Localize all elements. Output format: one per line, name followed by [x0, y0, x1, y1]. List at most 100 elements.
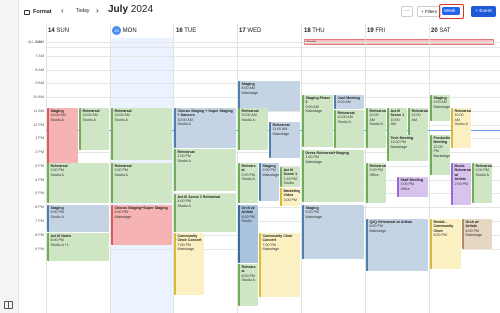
event-wed-staging[interactable]: Staging 8:00 AM Mainstage [238, 81, 300, 111]
event-wed-act3-scene1[interactable]: Act III Scene 1 2:15 PM Studio [280, 167, 300, 187]
event-text: Studio A [177, 158, 191, 163]
view-selector[interactable]: Week ⌄ [439, 4, 464, 21]
event-text: 10:00 AM [454, 113, 464, 122]
event-text: Studio A [241, 177, 255, 182]
hour-line [46, 42, 500, 43]
day-header-sun[interactable]: 14 SUN [48, 24, 69, 38]
event-text: Backstage [390, 144, 408, 149]
next-week-icon[interactable]: › [96, 6, 99, 16]
format-button[interactable]: Format [24, 6, 52, 18]
event-thu-staging-phase2[interactable]: Staging Phase 2 9:00 AM Mainstage [302, 95, 333, 147]
event-fri-rehearsal-pm[interactable]: Rehearsal 2:00 PM Office [366, 163, 386, 203]
filters-button[interactable]: + Filters [417, 6, 442, 17]
event-text: Mainstage [369, 228, 387, 233]
event-text: Mainstage [114, 214, 132, 219]
hour-line [46, 70, 500, 71]
hour-label: 12 PM [33, 123, 44, 127]
event-fri-rehearsal[interactable]: Rehearsal 10:00 AM Studio A [366, 108, 386, 148]
event-fri-tech-meeting[interactable]: Tech Meeting 12:00 PM Backstage [387, 135, 428, 161]
event-wed-community-choir[interactable]: Community Choir Concert 7:00 PM Mainstage [259, 233, 300, 297]
event-sun-rehearsal-pm[interactable]: Rehearsal 2:00 PM Studio A [47, 163, 109, 203]
event-wed-rehearsal-pm[interactable]: Rehears al 2:00 PM Studio A [238, 163, 258, 203]
event-wed-rehearsal[interactable]: Rehearsal 10:00 AM Studio A [238, 108, 268, 150]
hour-line [46, 56, 500, 57]
event-text: Act III Scene 1 [390, 109, 405, 118]
event-sat-production-meeting[interactable]: Production Meeting12:00 PMBackstage [430, 135, 450, 175]
event-thu-cast-meeting[interactable]: Cast Meeting 9:00 AM [334, 95, 364, 109]
event-sat-music-rehearsal[interactable]: Music Rehearsal w/ Artists 2:00 PM [451, 163, 471, 205]
event-sun-staging-pm[interactable]: Staging 5:00 PM Studio A [47, 205, 109, 232]
event-wed-orch-artists[interactable]: Orch w/ Artists 5:00 PM Studio [238, 205, 258, 263]
left-sidebar-strip [0, 0, 19, 313]
week-grid: 14 SUN 15 MON 16 TUE 17 WED 18 THU 19 FR… [18, 24, 500, 313]
event-thu-dress-rehearsal[interactable]: Dress Rehearsal+Staging 1:00 PM Mainstage [302, 150, 364, 202]
add-event-button[interactable]: + Event [471, 6, 496, 17]
prev-week-icon[interactable]: ‹ [61, 6, 64, 16]
hour-label: 5 PM [35, 191, 44, 195]
event-sat-staging[interactable]: Staging 9:00 AM Mainstage [430, 95, 450, 121]
panel-toggle-icon[interactable] [4, 301, 13, 309]
event-text: Mainstage [305, 214, 323, 219]
day-header-thu[interactable]: 18 THU [304, 24, 325, 38]
event-sat-orch-artists[interactable]: Orch w/ Artists 6:00 PM Mainstage [462, 219, 492, 249]
format-label: Format [33, 9, 52, 15]
event-text: Community Choir Concert [262, 234, 293, 243]
hour-label: 11 AM [33, 109, 44, 113]
day-number: 16 [176, 28, 183, 34]
event-sat-rental-choir[interactable]: Rental - Community Choir 6:00 PM [430, 219, 461, 269]
event-wed-marketing-video[interactable]: Marketing Video 3:00 PM [280, 188, 300, 206]
hour-label: 9 AM [35, 81, 44, 85]
event-thu-staging-pm[interactable]: Staging 5:00 PM Mainstage [302, 205, 364, 259]
event-mon-rehearsal-pm[interactable]: Rehearsal 2:00 PM Studio A [111, 163, 172, 203]
day-number: 14 [48, 28, 55, 34]
day-name: SUN [56, 28, 70, 34]
today-number: 15 [112, 25, 121, 35]
event-text: Production Meeting [433, 136, 451, 145]
allday-divider [46, 47, 500, 48]
event-text: Studio A [369, 122, 383, 127]
today-button[interactable]: Today [76, 8, 89, 14]
event-mon-rehearsal[interactable]: Rehearsal 10:00 AM Studio A [111, 108, 172, 160]
day-header-sat[interactable]: 20 SAT [431, 24, 451, 38]
day-header-tue[interactable]: 16 TUE [176, 24, 196, 38]
event-sun-act3-notes[interactable]: Act III Notes 6:00 PM Studio A +1 [47, 233, 109, 261]
event-fri-staff-meeting[interactable]: Staff Meeting 3:00 PM Office [397, 177, 428, 197]
event-text: Mainstage [262, 172, 280, 177]
day-name: MON [122, 28, 137, 34]
event-text: Rehears al [241, 164, 256, 173]
event-text: 10:00 AM [411, 113, 421, 122]
event-text: Studio A [177, 122, 191, 127]
event-text: Mainstage [177, 247, 195, 252]
event-text: Studio A [50, 172, 64, 177]
event-text: Office [369, 172, 379, 177]
day-header-mon[interactable]: 15 MON [112, 24, 137, 38]
event-text: Studio A [241, 117, 255, 122]
event-wed-rehearsal-main[interactable]: Rehearsal 11:00 AM Mainstage [269, 122, 300, 158]
event-sat-rehearsal-pm[interactable]: Rehearsal 2:00 PM Studio A [472, 163, 492, 203]
day-header-fri[interactable]: 19 FRI [367, 24, 385, 38]
event-wed-staging-pm[interactable]: Staging 2:00 PM Mainstage [259, 163, 279, 201]
event-mon-chorus-staging[interactable]: Chorus Staging+Super Staging 5:00 PM Mains… [111, 205, 172, 245]
event-sun-rehearsal[interactable]: Rehearsal 10:00 AM Studio A [79, 108, 109, 150]
event-text: Mainstage [433, 104, 451, 109]
event-wed-rehearsal-evening[interactable]: Rehears al 8:00 PM Studio A [238, 264, 258, 306]
event-text: Mainstage [241, 90, 259, 95]
event-tue-rehearsal[interactable]: Rehearsal 1:00 PM Studio A [174, 149, 236, 191]
event-text: Studio A [50, 117, 64, 122]
event-text: Backstage [433, 153, 451, 158]
event-tue-chorus-staging[interactable]: Chorus Staging + Super Staging + Dancers… [174, 108, 236, 148]
event-text: Studio A [114, 172, 128, 177]
event-thu-rehearsal[interactable]: Rehearsal 10:00 AM Studio A [334, 110, 364, 148]
day-name: WED [247, 28, 262, 34]
day-header-wed[interactable]: 17 WED [239, 24, 261, 38]
more-options-button[interactable]: ··· [401, 6, 413, 17]
event-tue-community-choir[interactable]: Community Choir Concert 7:00 PM Mainstage [174, 233, 204, 295]
day-name: THU [312, 28, 325, 34]
event-fri-q2q-rehearsal[interactable]: Q2Q Rehearsal w/ Artists 6:00 PM Mainstage [366, 219, 428, 271]
event-text: Studio [241, 219, 252, 224]
event-tue-act3-scene1[interactable]: Act III Scene 1 Rehearsal 4:00 PM Studio A [174, 194, 236, 232]
event-text: 12:00 PM [433, 144, 443, 154]
view-dropdown[interactable]: Week ⌄ [442, 7, 460, 21]
event-sat-rehearsal[interactable]: Rehearsal 10:00 AM Studio A [451, 108, 471, 148]
event-text: Staging Phase 2 [305, 96, 331, 105]
